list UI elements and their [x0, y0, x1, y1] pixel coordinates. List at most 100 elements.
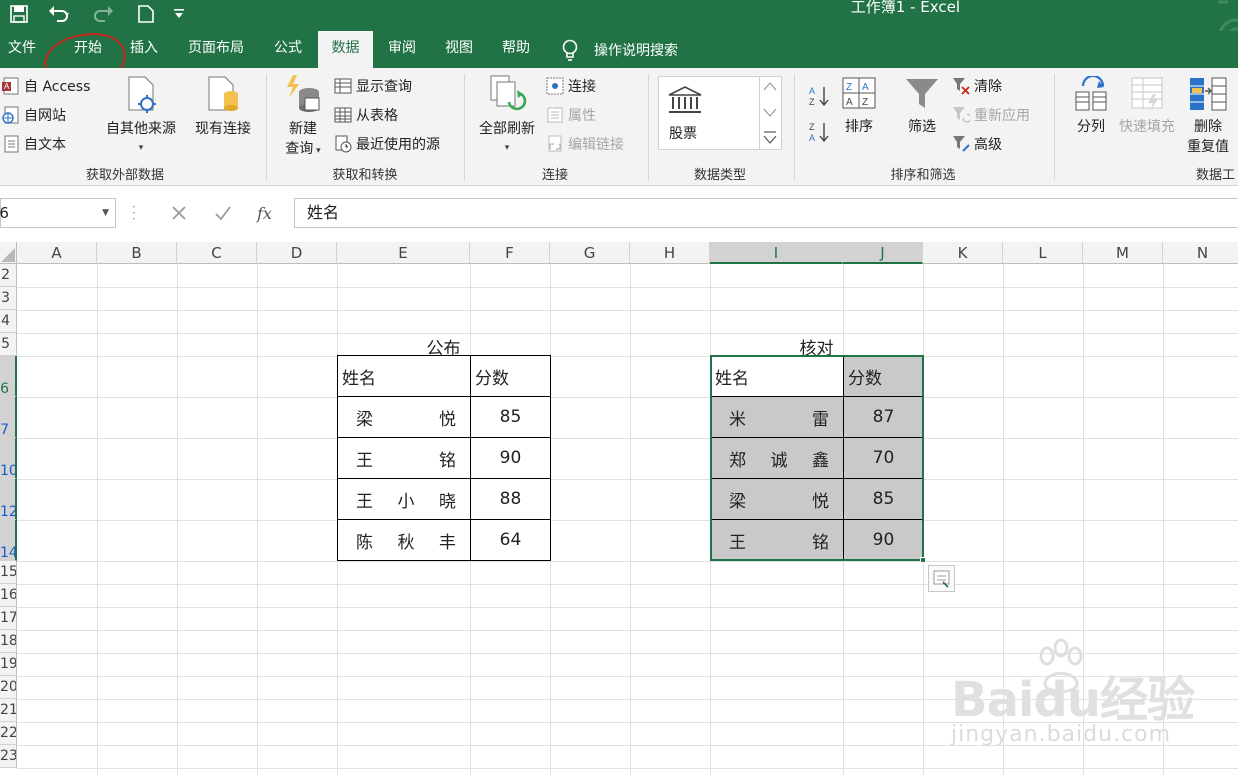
column-header-N[interactable]: N: [1163, 242, 1238, 264]
check-row-name[interactable]: 梁悦: [710, 478, 844, 520]
tab-file[interactable]: 文件: [0, 31, 44, 68]
text-to-columns-button[interactable]: 分列: [1068, 76, 1114, 136]
row-header-7[interactable]: 7: [0, 397, 17, 438]
column-header-M[interactable]: M: [1083, 242, 1163, 264]
row-header-18[interactable]: 18: [0, 630, 17, 653]
tab-insert[interactable]: 插入: [122, 31, 166, 68]
published-row-score[interactable]: 88: [470, 478, 551, 520]
row-header-6[interactable]: 6: [0, 356, 17, 397]
column-header-J[interactable]: J: [843, 242, 923, 264]
name-box[interactable]: I6 ▼: [0, 198, 116, 228]
published-header-name[interactable]: 姓名: [337, 355, 471, 397]
check-row-name[interactable]: 米雷: [710, 396, 844, 438]
row-header-15[interactable]: 15: [0, 561, 17, 584]
published-row-score[interactable]: 64: [470, 519, 551, 561]
worksheet-grid[interactable]: A B C D E F G H I J K L M N 2 3 4 5 6 7 …: [0, 242, 1238, 775]
recent-sources-icon: [335, 135, 352, 153]
row-header-4[interactable]: 4: [0, 310, 17, 333]
tab-help[interactable]: 帮助: [494, 31, 538, 68]
quick-analysis-icon[interactable]: [928, 565, 955, 592]
check-row-score[interactable]: 70: [843, 437, 924, 479]
published-row-name[interactable]: 王小晓: [337, 478, 471, 520]
row-header-23[interactable]: 23: [0, 745, 17, 768]
from-other-sources-button[interactable]: 自其他来源 ▾: [100, 76, 182, 154]
tab-data[interactable]: 数据: [318, 31, 373, 68]
tab-page-layout[interactable]: 页面布局: [178, 31, 254, 68]
row-header-16[interactable]: 16: [0, 584, 17, 607]
row-header-20[interactable]: 20: [0, 676, 17, 699]
published-row-name[interactable]: 梁悦: [337, 396, 471, 438]
refresh-all-button[interactable]: 全部刷新 ▾: [474, 74, 540, 154]
column-header-G[interactable]: G: [550, 242, 630, 264]
tell-me-search[interactable]: 操作说明搜索: [560, 31, 678, 68]
gallery-scroll[interactable]: [760, 76, 782, 150]
gridline: [17, 607, 1238, 608]
show-queries-button[interactable]: 显示查询: [334, 76, 412, 96]
from-text-button[interactable]: 自文本: [2, 134, 66, 154]
published-row-name[interactable]: 王铭: [337, 437, 471, 479]
from-table-button[interactable]: 从表格: [334, 105, 398, 125]
published-header-score[interactable]: 分数: [470, 355, 551, 397]
formula-input[interactable]: 姓名: [294, 198, 1238, 228]
published-row-name[interactable]: 陈秋丰: [337, 519, 471, 561]
published-row-score[interactable]: 90: [470, 437, 551, 479]
row-header-2[interactable]: 2: [0, 264, 17, 287]
row-header-17[interactable]: 17: [0, 607, 17, 630]
row-header-3[interactable]: 3: [0, 287, 17, 310]
fill-handle[interactable]: [920, 557, 926, 563]
check-row-name[interactable]: 王铭: [710, 519, 844, 561]
new-query-button[interactable]: 新建 查询 ▾: [274, 74, 332, 158]
column-header-I[interactable]: I: [710, 242, 843, 264]
column-header-H[interactable]: H: [630, 242, 710, 264]
check-header-score[interactable]: 分数: [843, 355, 924, 397]
check-row-score[interactable]: 87: [843, 396, 924, 438]
column-header-D[interactable]: D: [257, 242, 337, 264]
row-header-5[interactable]: 5: [0, 333, 17, 356]
row-header-22[interactable]: 22: [0, 722, 17, 745]
published-row-score[interactable]: 85: [470, 396, 551, 438]
existing-connections-button[interactable]: 现有连接: [190, 76, 256, 138]
column-header-F[interactable]: F: [470, 242, 550, 264]
name-box-dropdown-icon[interactable]: ▼: [102, 199, 109, 227]
remove-duplicates-button[interactable]: 删除 重复值: [1180, 76, 1236, 156]
formula-bar-grip-icon[interactable]: · · ·: [132, 201, 138, 225]
row-header-12[interactable]: 12: [0, 479, 17, 520]
column-header-C[interactable]: C: [177, 242, 257, 264]
filter-button[interactable]: 筛选: [900, 76, 944, 136]
insert-function-icon[interactable]: fx: [255, 202, 277, 224]
connections-button[interactable]: 连接: [546, 76, 596, 96]
enter-checkmark-icon[interactable]: [213, 203, 233, 223]
data-types-gallery[interactable]: 股票: [658, 76, 760, 150]
select-all-corner[interactable]: [0, 242, 17, 264]
advanced-filter-icon: [953, 136, 970, 152]
cancel-icon[interactable]: [169, 203, 189, 223]
check-row-score[interactable]: 85: [843, 478, 924, 520]
check-row-name[interactable]: 郑诚鑫: [710, 437, 844, 479]
row-header-14[interactable]: 14: [0, 520, 17, 561]
check-row-score[interactable]: 90: [843, 519, 924, 561]
row-header-19[interactable]: 19: [0, 653, 17, 676]
sort-descending-button[interactable]: ZA: [808, 120, 832, 144]
tab-view[interactable]: 视图: [437, 31, 481, 68]
row-header-10[interactable]: 10: [0, 438, 17, 479]
clear-filter-button[interactable]: 清除: [952, 76, 1002, 96]
check-header-name[interactable]: 姓名: [710, 355, 844, 397]
gallery-up-icon[interactable]: [762, 79, 778, 95]
gallery-down-icon[interactable]: [762, 105, 778, 121]
gallery-more-icon[interactable]: [762, 129, 778, 147]
row-header-21[interactable]: 21: [0, 699, 17, 722]
sort-button[interactable]: ZAAZ 排序: [838, 76, 880, 136]
column-header-L[interactable]: L: [1003, 242, 1083, 264]
tab-formulas[interactable]: 公式: [266, 31, 310, 68]
column-header-B[interactable]: B: [97, 242, 177, 264]
from-web-button[interactable]: 自网站: [2, 105, 66, 125]
tab-review[interactable]: 审阅: [380, 31, 424, 68]
column-header-E[interactable]: E: [337, 242, 470, 264]
sort-ascending-button[interactable]: AZ: [808, 84, 832, 108]
advanced-filter-button[interactable]: 高级: [952, 134, 1002, 154]
from-access-button[interactable]: A 自 Access: [2, 76, 90, 96]
column-header-K[interactable]: K: [923, 242, 1003, 264]
column-header-A[interactable]: A: [17, 242, 97, 264]
recent-sources-button[interactable]: 最近使用的源: [334, 134, 440, 154]
gridline: [17, 630, 1238, 631]
